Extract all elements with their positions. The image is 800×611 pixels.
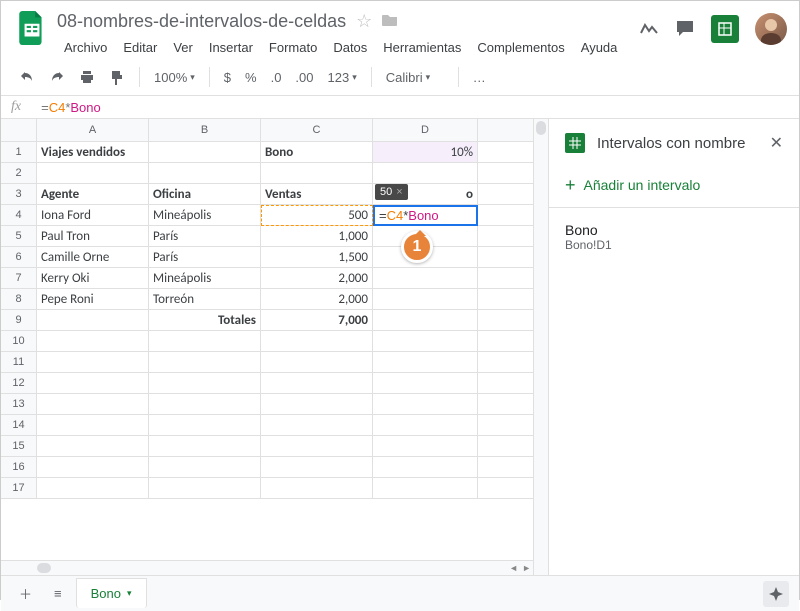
add-range-button[interactable]: +Añadir un intervalo [549,167,799,207]
named-ranges-panel: Intervalos con nombre ✕ +Añadir un inter… [548,119,799,575]
formula-bar[interactable]: fx =C4*Bono [1,96,799,119]
col-head-b[interactable]: B [149,119,261,141]
close-icon[interactable]: ✕ [770,133,783,153]
avatar[interactable] [755,13,787,45]
toolbar-more[interactable]: … [467,66,492,89]
menu-datos[interactable]: Datos [326,36,374,59]
col-head-a[interactable]: A [37,119,149,141]
comment-icon[interactable] [675,19,695,39]
fx-label: fx [11,99,21,115]
share-button[interactable] [711,15,739,43]
close-icon[interactable]: × [396,186,402,198]
doc-title[interactable]: 08-nombres-de-intervalos-de-celdas [57,11,346,32]
fmt-more[interactable]: 123 [322,66,363,89]
vertical-scrollbar[interactable] [533,119,548,575]
named-range-item[interactable]: Bono Bono!D1 [549,216,799,258]
spreadsheet-grid[interactable]: A B C D 1Viajes vendidosBono10% 2 3Agent… [1,119,548,575]
add-sheet-button[interactable]: ＋ [11,578,40,609]
undo-icon[interactable] [13,65,41,89]
callout-marker: 1 [401,231,433,263]
panel-title: Intervalos con nombre [597,135,758,152]
sheet-tab[interactable]: Bono [76,578,147,608]
sheets-mini-icon [565,133,585,153]
horizontal-scrollbar[interactable]: ◄► [1,560,533,575]
fmt-dec-less[interactable]: .0 [265,66,288,89]
menu-editar[interactable]: Editar [116,36,164,59]
star-icon[interactable]: ☆ [356,11,372,32]
menu-complementos[interactable]: Complementos [470,36,571,59]
row-head[interactable]: 4 [1,205,37,225]
sheets-logo [13,9,51,47]
menu-herramientas[interactable]: Herramientas [376,36,468,59]
fmt-dec-more[interactable]: .00 [289,66,319,89]
fmt-percent[interactable]: % [239,66,263,89]
sheet-tab-bar: ＋ ≡ Bono [1,575,799,611]
col-head-d[interactable]: D [373,119,478,141]
font-select[interactable]: Calibri [380,66,450,89]
menu-ayuda[interactable]: Ayuda [574,36,625,59]
fmt-currency[interactable]: $ [218,66,237,89]
formula-result-tooltip: 50× [375,184,408,200]
row-head[interactable]: 5 [1,226,37,246]
activity-icon[interactable] [639,19,659,39]
print-icon[interactable] [73,65,101,89]
menu-insertar[interactable]: Insertar [202,36,260,59]
menu-bar: Archivo Editar Ver Insertar Formato Dato… [57,36,639,59]
menu-archivo[interactable]: Archivo [57,36,114,59]
zoom-select[interactable]: 100% [148,66,201,89]
row-head[interactable]: 7 [1,268,37,288]
row-head[interactable]: 2 [1,163,37,183]
row-head[interactable]: 6 [1,247,37,267]
row-head[interactable]: 1 [1,142,37,162]
row-head[interactable]: 9 [1,310,37,330]
header: 08-nombres-de-intervalos-de-celdas ☆ Arc… [1,1,799,59]
col-head-c[interactable]: C [261,119,373,141]
formula-content: =C4*Bono [41,100,101,115]
menu-ver[interactable]: Ver [166,36,200,59]
explore-button[interactable] [763,581,789,607]
folder-icon[interactable] [382,11,398,32]
toolbar: 100% $ % .0 .00 123 Calibri … [1,59,799,96]
header-right [639,9,787,45]
paint-format-icon[interactable] [103,65,131,89]
menu-formato[interactable]: Formato [262,36,324,59]
grid-rows: 1Viajes vendidosBono10% 2 3AgenteOficina… [1,142,548,499]
row-head[interactable]: 8 [1,289,37,309]
row-head[interactable]: 3 [1,184,37,204]
all-sheets-button[interactable]: ≡ [46,580,70,607]
title-area: 08-nombres-de-intervalos-de-celdas ☆ Arc… [57,9,639,59]
select-all-corner[interactable] [1,119,37,141]
redo-icon[interactable] [43,65,71,89]
column-headers: A B C D [1,119,548,142]
